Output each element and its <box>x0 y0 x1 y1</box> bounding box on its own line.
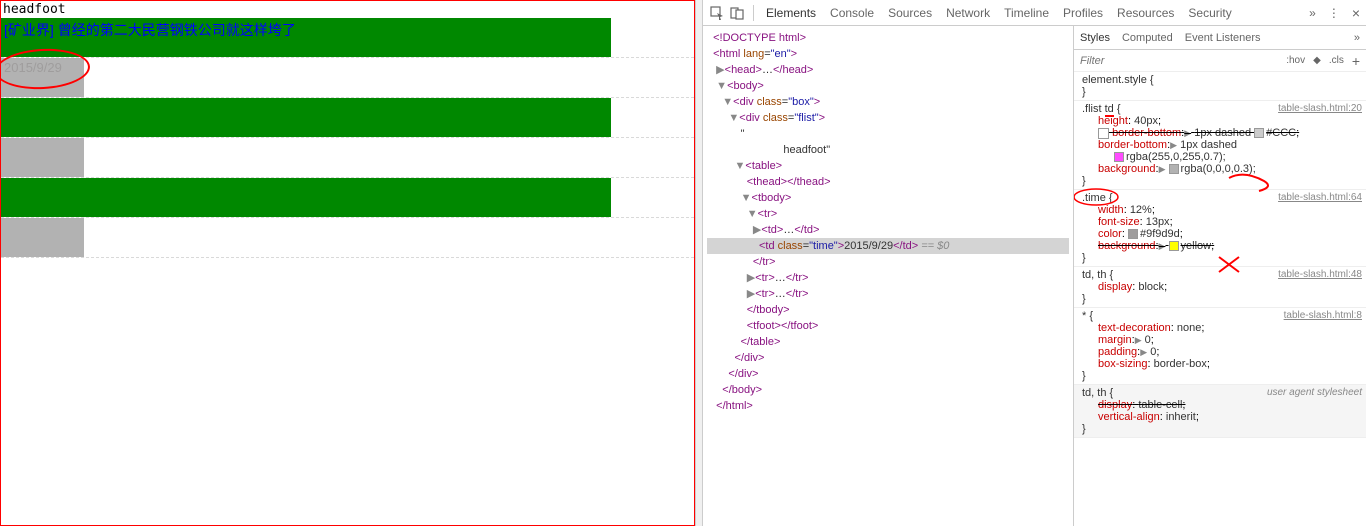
tab-profiles[interactable]: Profiles <box>1063 6 1103 20</box>
dom-line[interactable]: <thead></thead> <box>707 174 1069 190</box>
tab-timeline[interactable]: Timeline <box>1004 6 1049 20</box>
rule-td-th[interactable]: table-slash.html:48 td, th { display: bl… <box>1074 267 1366 308</box>
style-rules: element.style { } table-slash.html:20 .f… <box>1074 72 1366 526</box>
cls-button[interactable]: .cls <box>1329 55 1344 66</box>
rule-element-style[interactable]: element.style { } <box>1074 72 1366 101</box>
devtools-toolbar: Elements Console Sources Network Timelin… <box>703 0 1366 26</box>
time-cell-empty <box>611 98 694 137</box>
dom-line-selected[interactable]: <td class="time">2015/9/29</td> == $0 <box>707 238 1069 254</box>
green-cell <box>1 98 611 137</box>
menu-icon[interactable]: ⋮ <box>1328 6 1340 20</box>
table-row: 2015/9/29 <box>1 58 694 98</box>
table-row <box>1 138 694 178</box>
dom-line[interactable]: ▼<tr> <box>707 206 1069 222</box>
dom-line[interactable]: <html lang="en"> <box>707 46 1069 62</box>
tab-event-listeners[interactable]: Event Listeners <box>1185 32 1261 44</box>
time-cell: 2015/9/29 <box>1 58 84 97</box>
empty-cell <box>84 218 694 257</box>
close-icon[interactable]: × <box>1352 5 1360 21</box>
dom-line[interactable]: ▶<tr>…</tr> <box>707 270 1069 286</box>
dom-line[interactable]: </html> <box>707 398 1069 414</box>
headfoot-text: headfoot <box>1 1 694 18</box>
dom-line[interactable]: ▶<td>…</td> <box>707 222 1069 238</box>
device-icon[interactable] <box>729 5 745 21</box>
pin-icon[interactable]: ◆ <box>1313 55 1321 66</box>
panel-separator[interactable] <box>695 0 703 526</box>
time-cell-empty <box>611 178 694 217</box>
source-link[interactable]: table-slash.html:48 <box>1278 269 1362 280</box>
tab-security[interactable]: Security <box>1188 6 1231 20</box>
table-row <box>1 98 694 138</box>
dom-line[interactable]: </div> <box>707 350 1069 366</box>
dom-line[interactable]: </body> <box>707 382 1069 398</box>
table-row <box>1 178 694 218</box>
styles-panel: Styles Computed Event Listeners » :hov ◆… <box>1073 26 1366 526</box>
ua-stylesheet-label: user agent stylesheet <box>1267 387 1362 398</box>
flist: [矿业界] 曾经的第二大民营钢铁公司就这样垮了 2015/9/29 <box>1 18 694 258</box>
article-title[interactable]: 曾经的第二大民营钢铁公司就这样垮了 <box>58 20 296 40</box>
rule-ua-td-th[interactable]: user agent stylesheet td, th { display: … <box>1074 385 1366 438</box>
table-row: [矿业界] 曾经的第二大民营钢铁公司就这样垮了 <box>1 18 694 58</box>
dom-line[interactable]: ▼<tbody> <box>707 190 1069 206</box>
tab-computed[interactable]: Computed <box>1122 32 1173 44</box>
rule-flist-td[interactable]: table-slash.html:20 .flist td { height: … <box>1074 101 1366 190</box>
devtools: Elements Console Sources Network Timelin… <box>703 0 1366 526</box>
dom-line[interactable]: ▶<tr>…</tr> <box>707 286 1069 302</box>
filter-input[interactable] <box>1080 55 1278 67</box>
dom-line[interactable]: ▶<head>…</head> <box>707 62 1069 78</box>
inspect-icon[interactable] <box>709 5 725 21</box>
time-cell-empty <box>611 18 694 57</box>
dom-line[interactable]: <tfoot></tfoot> <box>707 318 1069 334</box>
rule-time[interactable]: table-slash.html:64 .time { width: 12%; … <box>1074 190 1366 267</box>
filter-bar: :hov ◆ .cls + <box>1074 50 1366 72</box>
tab-resources[interactable]: Resources <box>1117 6 1174 20</box>
styles-tabs: Styles Computed Event Listeners » <box>1074 26 1366 50</box>
add-rule-icon[interactable]: + <box>1352 53 1360 69</box>
dom-line[interactable]: </table> <box>707 334 1069 350</box>
box: [矿业界] 曾经的第二大民营钢铁公司就这样垮了 2015/9/29 <box>1 18 694 258</box>
hov-button[interactable]: :hov <box>1286 55 1305 66</box>
dom-line[interactable]: ▼<div class="flist"> <box>707 110 1069 126</box>
source-link[interactable]: table-slash.html:8 <box>1284 310 1362 321</box>
tab-network[interactable]: Network <box>946 6 990 20</box>
styles-overflow-icon[interactable]: » <box>1354 32 1360 44</box>
tab-elements[interactable]: Elements <box>766 6 816 20</box>
source-link[interactable]: table-slash.html:64 <box>1278 192 1362 203</box>
dom-line[interactable]: " <box>707 126 1069 142</box>
dom-line[interactable]: headfoot" <box>707 142 1069 158</box>
rendered-page: headfoot [矿业界] 曾经的第二大民营钢铁公司就这样垮了 2015/9/… <box>0 0 695 526</box>
gray-cell <box>1 138 84 177</box>
devtools-tabs: Elements Console Sources Network Timelin… <box>766 6 1232 20</box>
gray-cell <box>1 218 84 257</box>
green-cell <box>1 178 611 217</box>
tab-sources[interactable]: Sources <box>888 6 932 20</box>
dom-line[interactable]: ▼<body> <box>707 78 1069 94</box>
dom-line[interactable]: </div> <box>707 366 1069 382</box>
table-row <box>1 218 694 258</box>
dom-line[interactable]: </tr> <box>707 254 1069 270</box>
dom-line[interactable]: ▼<div class="box"> <box>707 94 1069 110</box>
source-link[interactable]: table-slash.html:20 <box>1278 103 1362 114</box>
tab-console[interactable]: Console <box>830 6 874 20</box>
dom-tree[interactable]: <!DOCTYPE html> <html lang="en"> ▶<head>… <box>703 26 1073 526</box>
dom-line[interactable]: </tbody> <box>707 302 1069 318</box>
rule-star[interactable]: table-slash.html:8 * { text-decoration: … <box>1074 308 1366 385</box>
title-cell: [矿业界] 曾经的第二大民营钢铁公司就这样垮了 <box>1 18 611 57</box>
empty-cell <box>84 138 694 177</box>
dom-line[interactable]: ▼<table> <box>707 158 1069 174</box>
dom-line[interactable]: <!DOCTYPE html> <box>707 30 1069 46</box>
tab-styles[interactable]: Styles <box>1080 32 1110 44</box>
category-text[interactable]: [矿业界] <box>4 20 54 40</box>
empty-cell <box>84 58 694 97</box>
devtools-body: <!DOCTYPE html> <html lang="en"> ▶<head>… <box>703 26 1366 526</box>
tabs-overflow-icon[interactable]: » <box>1309 6 1316 20</box>
divider <box>753 5 754 21</box>
